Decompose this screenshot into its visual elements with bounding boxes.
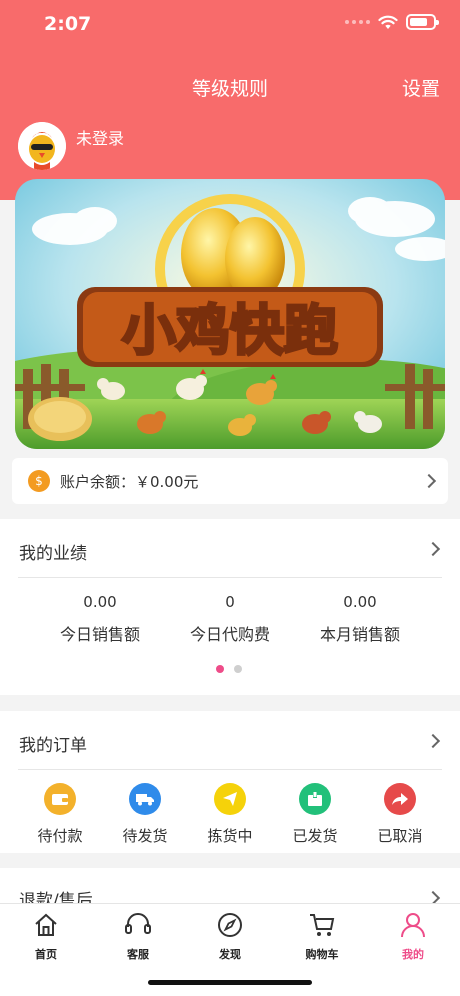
money-bag-icon: $ <box>28 470 50 492</box>
tab-customer-service[interactable]: 客服 <box>103 912 173 962</box>
order-label: 拣货中 <box>207 827 253 845</box>
truck-icon <box>129 783 161 815</box>
paper-plane-icon <box>214 783 246 815</box>
signal-icon <box>345 20 370 24</box>
status-time: 2:07 <box>44 13 92 35</box>
order-label: 待付款 <box>37 827 83 845</box>
person-icon <box>401 913 425 938</box>
order-pending-payment[interactable]: 待付款 <box>25 783 95 846</box>
cart-icon <box>310 914 335 936</box>
home-icon <box>35 913 57 936</box>
orders-card: 我的订单 待付款 待发货 拣货中 已发货 已取消 <box>0 711 460 853</box>
tab-label: 我的 <box>402 948 424 961</box>
stat-today-sales: 0.00 今日销售额 <box>35 593 165 645</box>
settings-button[interactable]: 设置 <box>402 74 440 101</box>
order-label: 已取消 <box>377 827 423 845</box>
share-arrow-icon <box>384 783 416 815</box>
divider <box>18 577 442 578</box>
order-label: 待发货 <box>122 827 168 845</box>
stat-value: 0 <box>225 593 235 611</box>
page-title[interactable]: 等级规则 <box>0 74 460 101</box>
headset-icon <box>125 913 151 934</box>
status-icons <box>345 14 439 30</box>
stat-today-fee: 0 今日代购费 <box>165 593 295 645</box>
order-cancelled[interactable]: 已取消 <box>365 783 435 846</box>
account-balance-row[interactable]: $ 账户余额：￥0.00元 <box>12 458 448 504</box>
banner-title: 小鸡快跑 <box>122 299 338 362</box>
stat-value: 0.00 <box>343 593 377 611</box>
tab-label: 购物车 <box>305 948 339 961</box>
balance-label: 账户余额：￥0.00元 <box>60 472 199 491</box>
tab-cart[interactable]: 购物车 <box>287 912 357 962</box>
pager-dot-active[interactable] <box>216 665 224 673</box>
order-picking[interactable]: 拣货中 <box>195 783 265 846</box>
login-status[interactable]: 未登录 <box>76 125 124 149</box>
stat-label: 今日代购费 <box>189 625 270 644</box>
order-shipped[interactable]: 已发货 <box>280 783 350 846</box>
package-icon <box>299 783 331 815</box>
chevron-right-icon <box>421 473 437 489</box>
stat-label: 今日销售额 <box>59 625 140 644</box>
home-indicator <box>148 980 312 985</box>
tab-discover[interactable]: 发现 <box>195 912 265 962</box>
stat-month-sales: 0.00 本月销售额 <box>295 593 425 645</box>
chevron-right-icon[interactable] <box>425 733 441 749</box>
tab-label: 发现 <box>219 948 241 961</box>
tab-label: 首页 <box>35 948 57 961</box>
wifi-icon <box>378 15 398 29</box>
performance-card: 我的业绩 0.00 今日销售额 0 今日代购费 0.00 本月销售额 <box>0 519 460 695</box>
after-sales-row[interactable]: 退款/售后 <box>0 868 460 911</box>
divider <box>18 769 442 770</box>
stat-label: 本月销售额 <box>319 625 400 644</box>
pager-dot[interactable] <box>234 665 242 673</box>
avatar[interactable] <box>18 122 66 170</box>
orders-title[interactable]: 我的订单 <box>19 731 87 756</box>
order-label: 已发货 <box>292 827 338 845</box>
tab-label: 客服 <box>127 948 149 961</box>
tab-profile[interactable]: 我的 <box>378 912 448 962</box>
stat-value: 0.00 <box>83 593 117 611</box>
status-bar: 2:07 <box>0 0 460 48</box>
chevron-right-icon[interactable] <box>425 541 441 557</box>
performance-title[interactable]: 我的业绩 <box>19 539 87 564</box>
wallet-icon <box>44 783 76 815</box>
compass-icon <box>218 913 242 937</box>
order-pending-shipment[interactable]: 待发货 <box>110 783 180 846</box>
battery-icon <box>406 14 439 30</box>
tab-home[interactable]: 首页 <box>11 912 81 962</box>
game-banner[interactable]: 小鸡快跑 <box>15 179 445 449</box>
